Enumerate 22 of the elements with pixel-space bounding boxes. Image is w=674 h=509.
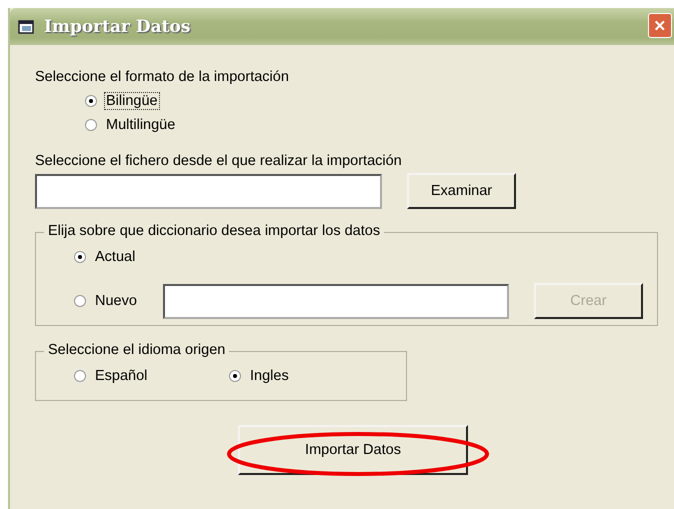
window-icon	[18, 20, 34, 34]
group-legend: Elija sobre que diccionario desea importar los datos	[44, 223, 384, 239]
radio-button[interactable]	[85, 95, 97, 107]
window-title: Importar Datos	[44, 16, 190, 36]
file-path-field[interactable]	[35, 174, 382, 208]
radio-label[interactable]: Español	[93, 367, 150, 385]
browse-button[interactable]: Examinar	[407, 173, 516, 209]
group-legend: Seleccione el idioma origen	[44, 342, 230, 358]
format-label: Seleccione el formato de la importación	[35, 69, 290, 85]
radio-button[interactable]	[74, 370, 86, 382]
radio-button[interactable]	[74, 251, 86, 263]
radio-button[interactable]	[229, 370, 241, 382]
radio-label[interactable]: Ingles	[248, 367, 291, 385]
close-button[interactable]: ✕	[648, 13, 672, 38]
radio-button[interactable]	[74, 295, 86, 307]
radio-label[interactable]: Multilingüe	[104, 116, 178, 134]
file-label: Seleccione el fichero desde el que realizar la importación	[35, 153, 403, 169]
radio-button[interactable]	[85, 119, 97, 131]
radio-label[interactable]: Actual	[93, 248, 138, 266]
dictionary-name-field[interactable]	[162, 284, 509, 318]
radio-label[interactable]: Nuevo	[93, 292, 139, 310]
radio-label[interactable]: Bilingüe	[104, 92, 160, 110]
